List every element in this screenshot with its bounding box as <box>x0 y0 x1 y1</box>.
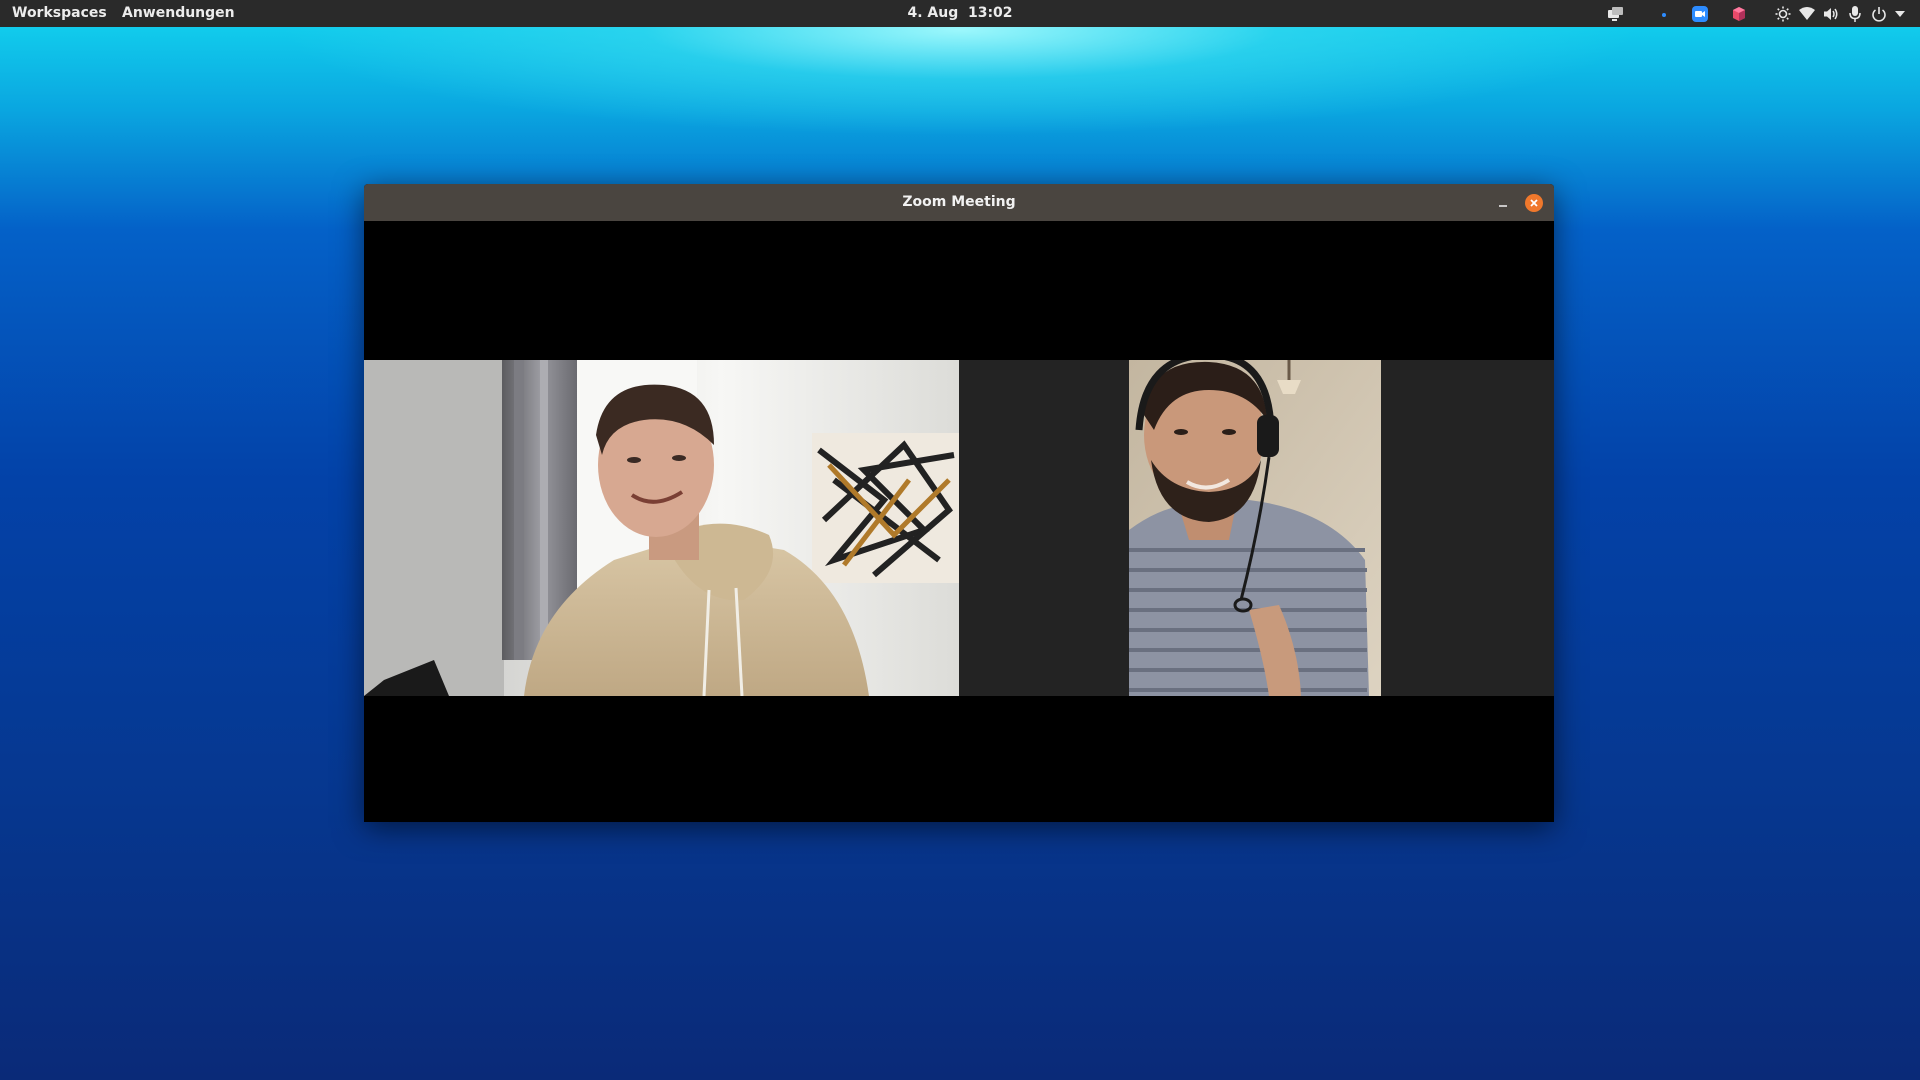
dot-indicator-icon[interactable] <box>1656 0 1672 27</box>
zoom-meeting-window: Zoom Meeting <box>364 184 1554 822</box>
date-label[interactable]: 4. Aug <box>907 5 958 21</box>
close-button[interactable] <box>1525 194 1543 212</box>
dropdown-arrow-icon[interactable] <box>1890 0 1910 27</box>
volume-icon[interactable] <box>1821 0 1841 27</box>
zoom-icon[interactable] <box>1690 0 1710 27</box>
screen-share-icon[interactable] <box>1606 0 1626 27</box>
participant-video-2[interactable] <box>1129 360 1381 696</box>
app-cube-icon[interactable] <box>1729 0 1749 27</box>
time-label[interactable]: 13:02 <box>968 5 1013 21</box>
window-titlebar[interactable]: Zoom Meeting <box>364 184 1554 221</box>
window-title: Zoom Meeting <box>902 194 1016 210</box>
video-gallery <box>364 360 1554 696</box>
close-icon <box>1530 199 1538 207</box>
clock: 4. Aug 13:02 <box>0 0 1920 27</box>
power-icon[interactable] <box>1869 0 1889 27</box>
participant-video-1[interactable] <box>364 360 959 696</box>
wifi-icon[interactable] <box>1797 0 1817 27</box>
brightness-icon[interactable] <box>1773 0 1793 27</box>
top-panel: Workspaces Anwendungen 4. Aug 13:02 <box>0 0 1920 27</box>
minimize-button[interactable] <box>1494 194 1512 212</box>
applications-menu[interactable]: Anwendungen <box>122 0 235 27</box>
workspaces-menu[interactable]: Workspaces <box>12 0 107 27</box>
microphone-icon[interactable] <box>1845 0 1865 27</box>
